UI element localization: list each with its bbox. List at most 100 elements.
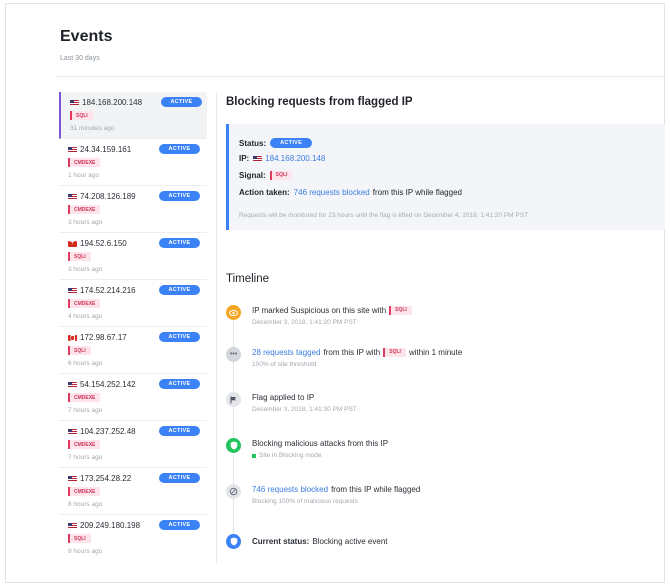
status-badge: ACTIVE [159,426,200,436]
event-item[interactable]: 173.254.28.22 ACTIVE CMDEXE 8 hours ago [59,468,207,515]
status-badge: ACTIVE [159,379,200,389]
event-ip-row: 174.52.214.216 [68,286,136,295]
event-time: 9 hours ago [68,548,103,555]
action-label: Action taken: [239,188,290,197]
status-label: Status: [239,138,267,148]
timeline-subtext-label: Site in Blocking mode [259,452,322,459]
requests-tagged-link[interactable]: 28 requests tagged [252,348,321,357]
event-time: 31 minutes ago [70,125,115,132]
status-badge: ACTIVE [159,332,200,342]
ip-row: IP: 184.168.200.148 [239,154,325,163]
panel-divider [216,92,217,564]
us-flag-icon [68,381,77,388]
timeline-text-part: from this IP while flagged [331,485,421,494]
event-ip-row: 184.168.200.148 [70,98,142,107]
event-time: 1 hour ago [68,172,100,179]
signal-tag: CMDEXE [68,487,101,496]
page-title: Events [60,28,113,45]
timeline-item: ••• 28 requests tagged from this IP with… [226,347,656,377]
current-status-label: Current status: [252,537,310,546]
event-ip-row: 24.34.159.161 [68,145,131,154]
timeline-title: Timeline [226,273,270,285]
signal-tag: SQLI [68,346,91,355]
status-badge: ACTIVE [159,285,200,295]
us-flag-icon [253,155,263,162]
shield-icon [226,438,241,453]
signal-tag: CMDEXE [68,205,101,214]
event-ip-row: 209.249.180.198 [68,521,140,530]
us-flag-icon [68,193,77,200]
event-time: 7 hours ago [68,454,103,461]
signal-tag: SQLI [70,111,93,120]
event-item[interactable]: 74.208.126.189 ACTIVE CMDEXE 3 hours ago [59,186,207,233]
timeline-text: Blocking malicious attacks from this IP [252,439,389,448]
timeline-item: Flag applied to IP December 3, 2018, 1:4… [226,392,656,422]
signal-tag: CMDEXE [68,299,101,308]
signal-tag: CMDEXE [68,158,101,167]
signal-tag: CMDEXE [68,440,101,449]
header-divider [56,76,665,77]
event-item[interactable]: 209.249.180.198 ACTIVE SQLI 9 hours ago [59,515,207,562]
signal-label: Signal: [239,171,266,180]
eye-icon [226,305,241,320]
green-dot-icon [252,453,256,458]
timeline-item: Blocking malicious attacks from this IP … [226,438,656,468]
signal-tag: SQLI [68,252,91,261]
event-ip: 172.98.67.17 [80,333,127,342]
event-ip: 74.208.126.189 [80,192,136,201]
signal-tag: SQLI [68,534,91,543]
timeline-item: 746 requests blocked from this IP while … [226,484,656,514]
timeline-item: Current status: Blocking active event [226,534,656,564]
event-item[interactable]: 172.98.67.17 ACTIVE SQLI 6 hours ago [59,327,207,374]
events-list: 184.168.200.148 ACTIVE SQLI 31 minutes a… [59,92,207,564]
status-badge: ACTIVE [159,191,200,201]
requests-blocked-link[interactable]: 746 requests blocked [294,188,370,197]
event-item[interactable]: 194.52.6.150 ACTIVE SQLI 3 hours ago [59,233,207,280]
timeline-subtext: Blocking 100% of malicious requests [252,498,358,505]
timeline-text: Flag applied to IP [252,393,315,402]
us-flag-icon [70,99,79,106]
flag-icon [226,392,241,407]
page-subtitle: Last 30 days [60,55,100,62]
timeline-text-part: from this IP with [323,348,381,357]
ip-label: IP: [239,154,250,163]
current-status-value: Blocking active event [312,537,388,546]
event-item[interactable]: 184.168.200.148 ACTIVE SQLI 31 minutes a… [59,92,207,139]
timeline-subtext: 100% of site threshold [252,361,317,368]
event-time: 7 hours ago [68,407,103,414]
event-ip-row: 104.237.252.48 [68,427,136,436]
event-time: 8 hours ago [68,501,103,508]
event-ip: 209.249.180.198 [80,521,141,530]
event-item[interactable]: 104.237.252.48 ACTIVE CMDEXE 7 hours ago [59,421,207,468]
detail-title: Blocking requests from flagged IP [226,96,413,108]
event-item[interactable]: 24.34.159.161 ACTIVE CMDEXE 1 hour ago [59,139,207,186]
event-ip-row: 172.98.67.17 [68,333,127,342]
event-ip: 54.154.252.142 [80,380,136,389]
action-row: Action taken: 746 requests blocked from … [239,188,462,197]
timeline-timestamp: December 3, 2018, 1:41:30 PM PST [252,406,357,413]
signal-tag: SQLI [389,306,412,315]
blocked-icon [226,484,241,499]
event-ip: 194.52.6.150 [80,239,127,248]
event-item[interactable]: 174.52.214.216 ACTIVE CMDEXE 4 hours ago [59,280,207,327]
timeline-timestamp: December 3, 2018, 1:41:20 PM PST [252,319,357,326]
status-badge: ACTIVE [159,473,200,483]
requests-blocked-link[interactable]: 746 requests blocked [252,485,328,494]
swiss-flag-icon [68,237,77,247]
canada-flag-icon [68,334,77,341]
event-ip-row: 173.254.28.22 [68,474,131,483]
signal-tag: CMDEXE [68,393,101,402]
event-status-card: Status: ACTIVE IP: 184.168.200.148 Signa… [226,124,665,230]
shield-icon [226,534,241,549]
timeline-subtext: Site in Blocking mode [252,452,322,459]
event-time: 3 hours ago [68,219,103,226]
event-item[interactable]: 54.154.252.142 ACTIVE CMDEXE 7 hours ago [59,374,207,421]
event-ip: 104.237.252.48 [80,427,136,436]
status-badge: ACTIVE [161,97,202,107]
signal-row: Signal: SQLI [239,171,293,180]
monitor-note: Requests will be monitored for 23 hours … [239,212,529,219]
us-flag-icon [68,287,77,294]
us-flag-icon [68,522,77,529]
event-ip-row: 194.52.6.150 [68,237,127,248]
ip-link[interactable]: 184.168.200.148 [265,154,325,163]
